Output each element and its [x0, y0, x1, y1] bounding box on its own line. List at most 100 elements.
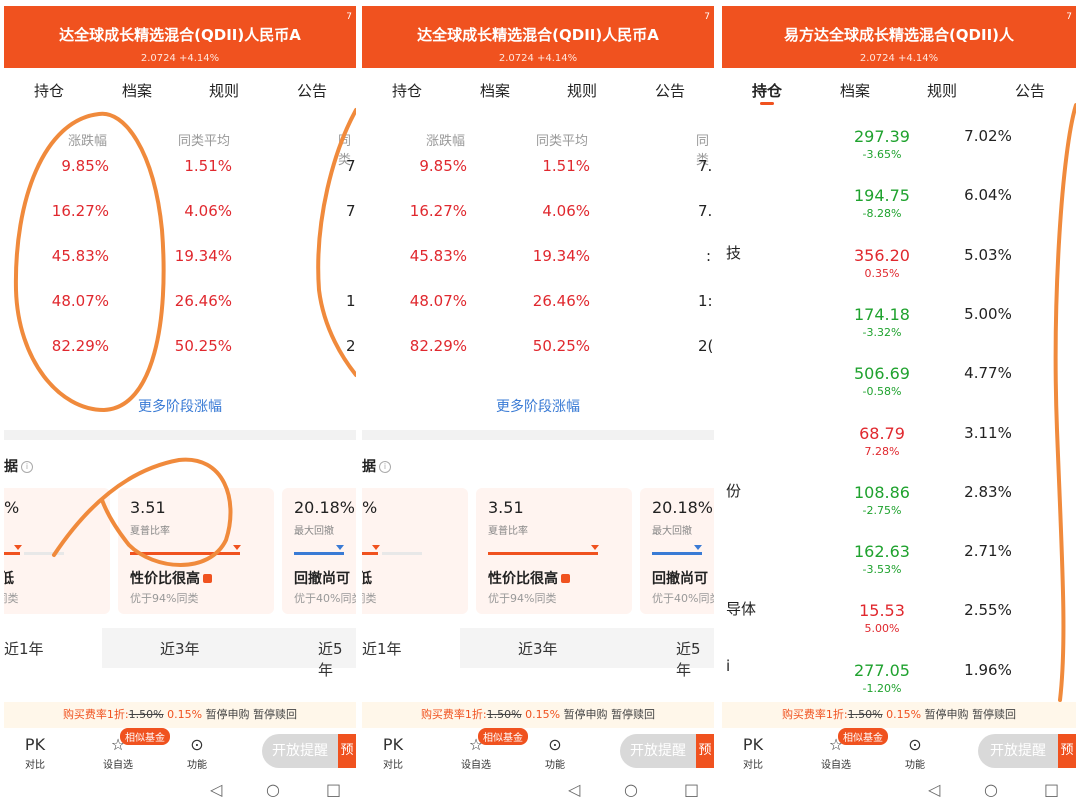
period-1y[interactable]: 近1年 — [362, 638, 402, 659]
holding-change: 5.00% — [864, 622, 900, 636]
holding-price: 108.86 — [854, 482, 910, 502]
risk-card-sharpe[interactable]: 3.51 夏普比率 性价比很高 优于94%同类 — [476, 488, 632, 614]
card-value: % — [4, 498, 20, 517]
compare-button[interactable]: PK 对比 — [738, 734, 768, 771]
rank-cell: : — [706, 247, 712, 265]
fund-nav-change: 2.0724 +4.14% — [859, 53, 939, 64]
recents-icon[interactable]: □ — [1044, 780, 1059, 799]
reserve-button[interactable]: 预 — [1058, 734, 1076, 768]
change-cell: 16.27% — [409, 202, 467, 220]
level-marker-icon — [372, 545, 380, 550]
home-icon[interactable]: ○ — [266, 780, 280, 799]
risk-card-drawdown[interactable]: 20.18% 最大回撤 回撤尚可 优于40%同类 — [282, 488, 356, 614]
holding-price: 297.39 — [854, 127, 910, 146]
tab-profile[interactable]: 档案 — [480, 80, 510, 101]
tab-holdings[interactable]: 持仓 — [752, 80, 782, 101]
risk-card-sharpe[interactable]: 3.51 夏普比率 性价比很高 优于94%同类 — [118, 488, 274, 614]
back-icon[interactable]: ◁ — [210, 780, 222, 799]
period-1y[interactable]: 近1年 — [4, 638, 44, 659]
tab-announcements[interactable]: 公告 — [1015, 80, 1045, 101]
holding-row[interactable]: 份 68.79 7.28% 3.11% — [722, 423, 1076, 500]
reserve-button[interactable]: 预 — [696, 734, 714, 768]
avg-cell: 4.06% — [542, 202, 590, 220]
tab-holdings[interactable]: 持仓 — [392, 80, 422, 101]
level-marker-icon — [591, 545, 599, 550]
col-header-avg: 同类平均 — [178, 134, 231, 149]
recents-icon[interactable]: □ — [684, 780, 699, 799]
holding-change: -8.28% — [862, 207, 902, 221]
back-icon[interactable]: ◁ — [928, 780, 940, 799]
change-cell: 45.83% — [51, 247, 109, 265]
holding-row[interactable]: 356.20 0.35% 5.03% — [722, 246, 1076, 304]
more-icon: ⊙ — [190, 735, 204, 754]
open-reminder-button[interactable]: 开放提醒 — [262, 734, 338, 768]
card-percentile: 优于40%同类 — [294, 592, 356, 605]
rank-cell: 2 — [346, 337, 356, 355]
more-returns-link[interactable]: 更多阶段涨幅 — [362, 396, 714, 416]
home-icon[interactable]: ○ — [984, 780, 998, 799]
holding-row[interactable]: 导体 162.63 -3.53% 2.71% — [722, 542, 1076, 618]
period-3y[interactable]: 近3年 — [518, 638, 558, 659]
risk-card-volatility[interactable]: % 较低 %同类 — [362, 488, 468, 614]
similar-funds-badge[interactable]: 相似基金 — [120, 728, 170, 745]
holding-price: 356.20 — [854, 245, 910, 265]
card-verdict: 回撤尚可 — [294, 571, 350, 587]
card-verdict: 性价比很高 — [130, 568, 212, 588]
compare-button[interactable]: PK 对比 — [378, 734, 408, 771]
more-functions-button[interactable]: ⊙ 功能 — [900, 734, 930, 771]
more-functions-button[interactable]: ⊙ 功能 — [182, 734, 212, 771]
rank-cell: 1: — [698, 292, 713, 310]
fee-banner: 购买费率1折:1.50% 0.15% 暂停申购 暂停赎回 — [4, 702, 356, 728]
holding-row[interactable]: i 15.53 5.00% 2.55% — [722, 601, 1076, 675]
back-icon[interactable]: ◁ — [568, 780, 580, 799]
detail-tabs: 持仓 档案 规则 公告 — [4, 68, 356, 112]
similar-funds-badge[interactable]: 相似基金 — [838, 728, 888, 745]
holding-row[interactable]: 技 194.75 -8.28% 6.04% — [722, 186, 1076, 262]
reserve-button[interactable]: 预 — [338, 734, 356, 768]
period-5y[interactable]: 近5年 — [318, 638, 356, 680]
col-header-change: 涨跌幅 — [68, 134, 108, 149]
tab-rules[interactable]: 规则 — [567, 80, 597, 101]
tab-holdings[interactable]: 持仓 — [34, 80, 64, 101]
holding-row[interactable]: 297.39 -3.65% 7.02% — [722, 127, 1076, 185]
change-cell: 9.85% — [61, 157, 109, 175]
tab-announcements[interactable]: 公告 — [297, 80, 327, 101]
fee-banner: 购买费率1折:1.50% 0.15% 暂停申购 暂停赎回 — [722, 702, 1076, 728]
similar-funds-badge[interactable]: 相似基金 — [478, 728, 528, 745]
period-5y[interactable]: 近5年 — [676, 638, 714, 680]
info-icon[interactable]: i — [379, 461, 391, 473]
holding-row[interactable]: 174.18 -3.32% 5.00% — [722, 305, 1076, 363]
rank-cell: 7. — [698, 202, 713, 220]
card-percentile: %同类 — [4, 592, 19, 605]
avg-cell: 19.34% — [532, 247, 590, 265]
tab-rules[interactable]: 规则 — [927, 80, 957, 101]
recents-icon[interactable]: □ — [326, 780, 341, 799]
holding-row[interactable]: 108.86 -2.75% 2.83% — [722, 483, 1076, 541]
period-tabs: 近1年 近3年 近5年 — [362, 628, 714, 679]
card-percentile: %同类 — [362, 592, 377, 605]
avg-cell: 4.06% — [184, 202, 232, 220]
tab-profile[interactable]: 档案 — [122, 80, 152, 101]
tab-announcements[interactable]: 公告 — [655, 80, 685, 101]
open-reminder-button[interactable]: 开放提醒 — [978, 734, 1058, 768]
risk-card-volatility[interactable]: % 较低 %同类 — [4, 488, 110, 614]
home-icon[interactable]: ○ — [624, 780, 638, 799]
holding-price: 194.75 — [854, 186, 910, 206]
risk-section-title: 据i — [4, 456, 33, 476]
info-icon[interactable]: i — [21, 461, 33, 473]
period-3y[interactable]: 近3年 — [160, 638, 200, 659]
fee-banner: 购买费率1折:1.50% 0.15% 暂停申购 暂停赎回 — [362, 702, 714, 728]
holding-row[interactable]: 506.69 -0.58% 4.77% — [722, 364, 1076, 422]
holding-change: -3.53% — [862, 563, 902, 577]
tab-profile[interactable]: 档案 — [840, 80, 870, 101]
compare-button[interactable]: PK 对比 — [20, 734, 50, 771]
thumb-icon — [561, 574, 570, 583]
corner-mark: 7 — [704, 12, 710, 22]
tab-rules[interactable]: 规则 — [209, 80, 239, 101]
open-reminder-button[interactable]: 开放提醒 — [620, 734, 696, 768]
holding-price: 68.79 — [859, 423, 905, 443]
more-returns-link[interactable]: 更多阶段涨幅 — [4, 396, 356, 416]
more-functions-button[interactable]: ⊙ 功能 — [540, 734, 570, 771]
risk-card-drawdown[interactable]: 20.18% 最大回撤 回撤尚可 优于40%同类 — [640, 488, 714, 614]
detail-tabs: 持仓 档案 规则 公告 — [722, 68, 1076, 112]
